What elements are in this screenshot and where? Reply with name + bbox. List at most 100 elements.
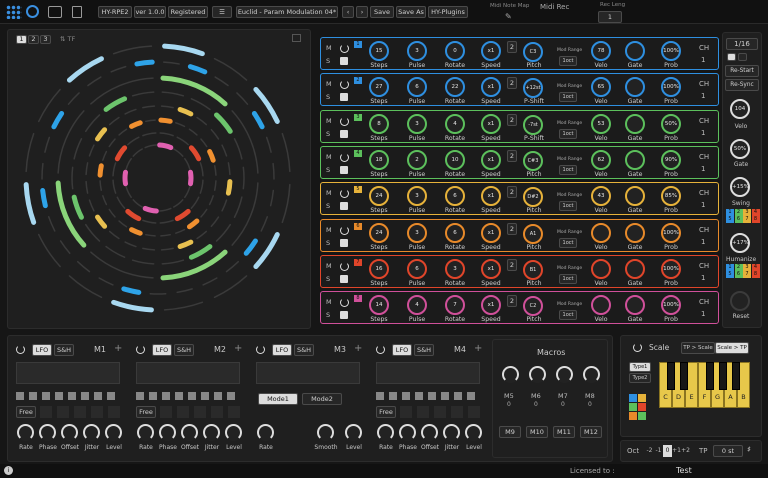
octave-option[interactable]: -2 — [645, 445, 654, 457]
piano-black-key[interactable] — [680, 362, 688, 390]
track-mute[interactable]: M — [326, 262, 332, 270]
speed-knob[interactable]: x1 — [481, 41, 501, 61]
piano-black-key[interactable] — [667, 362, 675, 390]
offset-knob[interactable] — [61, 424, 78, 441]
grid-cell[interactable]: 7 — [743, 216, 751, 223]
dice-icon[interactable] — [340, 238, 348, 247]
ch-value[interactable]: 1 — [701, 129, 705, 137]
mod-power-icon[interactable] — [256, 345, 265, 354]
track-mute[interactable]: M — [326, 44, 332, 52]
octave-button[interactable]: 1oct — [559, 201, 577, 212]
dice-icon[interactable] — [340, 311, 348, 320]
track-power-icon[interactable] — [340, 80, 349, 90]
prob-knob[interactable]: 85% — [661, 186, 681, 207]
speed-value[interactable]: 2 — [507, 41, 517, 53]
octave-option[interactable]: -1 — [654, 445, 663, 457]
speed-knob[interactable]: x1 — [481, 222, 501, 243]
add-icon[interactable]: + — [114, 343, 122, 354]
rotate-knob[interactable]: 4 — [445, 113, 465, 134]
rate-knob[interactable] — [17, 424, 34, 441]
gate-knob[interactable] — [625, 295, 645, 316]
ch-value[interactable]: 1 — [701, 238, 705, 246]
lfo-tab[interactable]: LFO — [392, 344, 412, 356]
rotate-knob[interactable]: 22 — [445, 77, 465, 98]
scale-grid-cell[interactable] — [629, 403, 637, 411]
rec-length-value[interactable]: 1 — [598, 11, 622, 23]
velo-knob[interactable]: 43 — [591, 186, 611, 207]
resync-button[interactable]: Re-Sync — [725, 79, 759, 91]
rate-knob[interactable] — [377, 424, 394, 441]
shape-buttons[interactable] — [376, 392, 480, 400]
velo-knob[interactable] — [591, 222, 611, 243]
gate-knob[interactable]: 50% — [730, 139, 750, 159]
track-power-icon[interactable] — [340, 189, 349, 199]
track-mute[interactable]: M — [326, 298, 332, 306]
ch-value[interactable]: 1 — [701, 310, 705, 318]
jitter-knob[interactable] — [83, 424, 100, 441]
track-power-icon[interactable] — [340, 44, 349, 53]
track-mute[interactable]: M — [326, 189, 332, 197]
grid-cell[interactable]: 5 — [726, 271, 734, 278]
pitch-knob[interactable]: D#2 — [523, 187, 543, 208]
ch-value[interactable]: 1 — [701, 92, 705, 100]
mode2-button[interactable]: Mode2 — [302, 393, 342, 405]
dice-icon[interactable] — [340, 129, 348, 138]
speed-knob[interactable]: x1 — [481, 186, 501, 207]
grid-cell[interactable]: 3 — [743, 209, 751, 216]
gate-knob[interactable] — [625, 222, 645, 243]
macro-button[interactable]: M12 — [580, 426, 602, 438]
save-button[interactable]: Save — [370, 6, 394, 18]
dice-icon[interactable] — [340, 57, 348, 65]
option-buttons[interactable] — [40, 406, 120, 418]
humanize-knob[interactable]: +17% — [730, 233, 750, 253]
octave-option[interactable]: +2 — [681, 445, 690, 457]
velo-knob[interactable]: 53 — [591, 113, 611, 134]
pulse-knob[interactable]: 4 — [407, 295, 427, 316]
grid-cell[interactable]: 2 — [734, 209, 743, 216]
grid-cell[interactable]: 8 — [751, 216, 760, 223]
reset-label[interactable]: Reset — [726, 313, 756, 320]
rate-knob[interactable] — [137, 424, 154, 441]
lfo-tab[interactable]: LFO — [272, 344, 292, 356]
steps-knob[interactable]: 15 — [369, 41, 389, 61]
track-solo[interactable]: S — [326, 239, 330, 247]
pitch-knob[interactable]: C2 — [523, 296, 543, 317]
scale-grid-cell[interactable] — [638, 403, 646, 411]
velo-knob[interactable]: 78 — [591, 41, 611, 61]
octave-button[interactable]: 1oct — [559, 92, 577, 103]
jitter-knob[interactable] — [443, 424, 460, 441]
pitch-knob[interactable]: -7st — [523, 114, 543, 135]
save-as-button[interactable]: Save As — [396, 6, 426, 18]
macro-button[interactable]: M10 — [526, 426, 548, 438]
scale-grid-cell[interactable] — [638, 412, 646, 420]
reset-knob[interactable] — [730, 291, 750, 311]
transpose-icon[interactable]: ♯ — [747, 445, 751, 454]
octave-button[interactable]: 1oct — [559, 237, 577, 248]
pitch-knob[interactable]: A1 — [523, 223, 543, 244]
gate-knob[interactable] — [625, 41, 645, 61]
phase-knob[interactable] — [39, 424, 56, 441]
phase-knob[interactable] — [399, 424, 416, 441]
prev-preset-button[interactable]: ‹ — [342, 6, 354, 18]
rate-display[interactable]: 1/16 — [726, 38, 758, 50]
track-solo[interactable]: S — [326, 202, 330, 210]
piano-black-key[interactable] — [732, 362, 740, 390]
rotate-knob[interactable]: 6 — [445, 222, 465, 243]
info-icon[interactable]: i — [4, 466, 13, 475]
speed-knob[interactable]: x1 — [481, 113, 501, 134]
gate-knob[interactable] — [625, 77, 645, 98]
gate-knob[interactable] — [625, 149, 645, 170]
add-icon[interactable]: + — [474, 343, 482, 354]
export-icon[interactable] — [72, 6, 82, 18]
grid-cell[interactable]: 5 — [726, 216, 734, 223]
scale-grid[interactable] — [629, 394, 649, 424]
preset-name[interactable]: Euclid - Param Modulation 04* — [236, 6, 338, 18]
gate-knob[interactable] — [625, 186, 645, 207]
phase-knob[interactable] — [159, 424, 176, 441]
scale-grid-cell[interactable] — [629, 394, 637, 402]
speed-value[interactable]: 2 — [507, 222, 517, 235]
dice-icon[interactable] — [340, 93, 348, 102]
restart-button[interactable]: Re-Start — [725, 65, 759, 77]
pitch-knob[interactable]: B1 — [523, 259, 543, 280]
speed-knob[interactable]: x1 — [481, 258, 501, 279]
